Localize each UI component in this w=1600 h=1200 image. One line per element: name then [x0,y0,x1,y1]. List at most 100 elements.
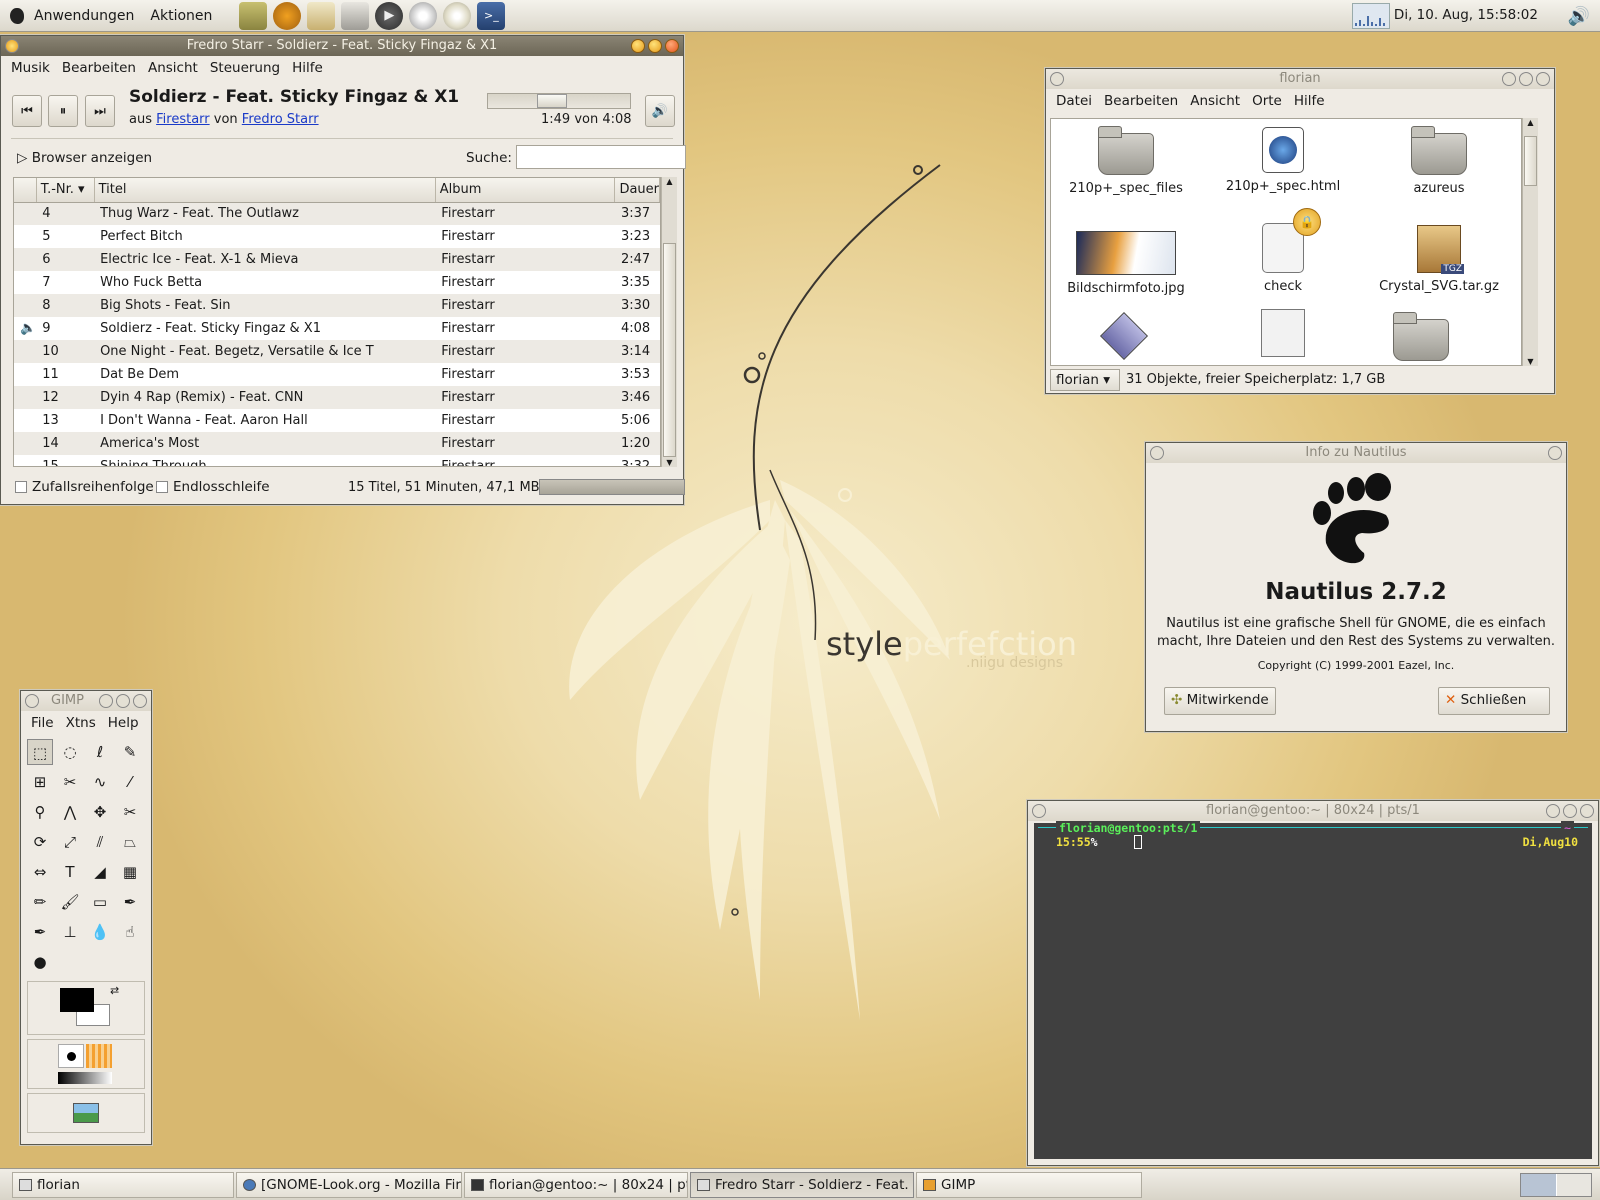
applications-menu[interactable]: Anwendungen [34,8,134,24]
crop-icon[interactable]: ✂ [117,799,143,825]
shuffle-check[interactable] [15,481,27,493]
table-row[interactable]: 6 Electric Ice - Feat. X-1 & Mieva Firesta… [14,248,660,271]
menu-hilfe[interactable]: Hilfe [286,58,329,78]
maximize-button[interactable] [1519,72,1533,86]
menu-steuerung[interactable]: Steuerung [204,58,286,78]
search-input[interactable] [516,145,686,169]
next-button[interactable]: ⏭ [85,95,115,127]
color-select-icon[interactable]: ⊞ [27,769,53,795]
menu-hilfe[interactable]: Hilfe [1288,91,1331,111]
menu-xtns[interactable]: Xtns [60,713,102,733]
close-dialog-button[interactable]: ✕ Schließen [1438,687,1550,715]
close-button[interactable] [1580,804,1594,818]
minimize-button[interactable] [631,39,645,53]
table-row[interactable]: 13 I Don't Wanna - Feat. Aaron Hall Firest… [14,409,660,432]
repeat-checkbox[interactable]: Endlosschleife [156,479,270,495]
swap-colors-icon[interactable]: ⇄ [110,984,119,997]
printer-icon[interactable] [341,1,370,30]
lasso-icon[interactable]: ℓ [87,739,113,765]
close-button[interactable] [1548,446,1562,460]
airbrush-icon[interactable]: ✒ [117,889,143,915]
table-row[interactable]: 12 Dyin 4 Rap (Remix) - Feat. CNN Firestar… [14,386,660,409]
task-gimp[interactable]: GIMP [916,1172,1142,1198]
scroll-up-arrow[interactable]: ▲ [662,177,677,186]
table-row[interactable]: 4 Thug Warz - Feat. The Outlawz Firestarr 3… [14,202,660,225]
table-row[interactable]: 14 America's Most Firestarr 1:20 [14,432,660,455]
location-dropdown[interactable]: florian ▾ [1050,369,1120,391]
gimp-titlebar[interactable]: GIMP [21,691,151,711]
volume-button[interactable]: 🔊 [645,95,675,127]
menu-orte[interactable]: Orte [1246,91,1288,111]
menu-help[interactable]: Help [102,713,145,733]
perspective-icon[interactable]: ⏢ [117,829,143,855]
pattern-preview[interactable] [86,1044,112,1068]
cd-icon[interactable] [443,1,472,30]
blur-icon[interactable]: 💧 [87,919,113,945]
column-duration[interactable]: Dauer [614,178,660,203]
menu-bearbeiten[interactable]: Bearbeiten [1098,91,1184,111]
cpu-monitor-graph[interactable] [1352,3,1390,29]
table-row[interactable]: 8 Big Shots - Feat. Sin Firestarr 3:30 [14,294,660,317]
rhythmbox-titlebar[interactable]: Fredro Starr - Soldierz - Feat. Sticky F… [1,36,683,56]
bucket-fill-icon[interactable]: ◢ [87,859,113,885]
table-row[interactable]: 🔈 9 Soldierz - Feat. Sticky Fingaz & X1 Fir… [14,317,660,340]
seek-thumb[interactable] [537,94,568,108]
ink-icon[interactable]: ✒ [27,919,53,945]
ellipse-select-icon[interactable]: ◌ [57,739,83,765]
file-cabinet-icon[interactable] [239,1,268,30]
maximize-button[interactable] [116,694,130,708]
window-menu-button[interactable] [1150,446,1164,460]
task-nautilus[interactable]: florian [12,1172,234,1198]
album-link[interactable]: Firestarr [156,112,210,127]
repeat-check[interactable] [156,481,168,493]
file-item[interactable]: azureus [1364,126,1514,196]
shear-icon[interactable]: ⫽ [87,829,113,855]
paths-icon[interactable]: ∿ [87,769,113,795]
minimize-button[interactable] [99,694,113,708]
smudge-icon[interactable]: ☝ [117,919,143,945]
table-row[interactable]: 15 Shining Through Firestarr 3:32 [14,455,660,466]
scissors-icon[interactable]: ✂ [57,769,83,795]
move-icon[interactable]: ✥ [87,799,113,825]
workspace-switcher[interactable] [1520,1173,1592,1197]
close-button[interactable] [133,694,147,708]
column-album[interactable]: Album [435,178,616,203]
window-menu-button[interactable] [25,694,39,708]
terminal-body[interactable]: florian@gentoo:pts/1 ~ 15:55% Di,Aug10 [1034,821,1592,1159]
dodge-burn-icon[interactable]: ● [27,949,53,975]
eraser-icon[interactable]: ▭ [87,889,113,915]
file-item[interactable]: 210p+_spec_files [1051,126,1201,196]
actions-menu[interactable]: Aktionen [150,8,212,24]
table-row[interactable]: 11 Dat Be Dem Firestarr 3:53 [14,363,660,386]
menu-file[interactable]: File [25,713,60,733]
track-list-scrollbar[interactable]: ▲ ▼ [661,177,677,467]
terminal-titlebar[interactable]: florian@gentoo:~ | 80x24 | pts/1 [1028,801,1598,821]
rotate-icon[interactable]: ⟳ [27,829,53,855]
mail-icon[interactable] [307,1,336,30]
window-menu-button[interactable] [1032,804,1046,818]
task-rhythmbox[interactable]: Fredro Starr - Soldierz - Feat. St [690,1172,914,1198]
nautilus-titlebar[interactable]: florian [1046,69,1554,89]
close-button[interactable] [1536,72,1550,86]
image-icon[interactable] [73,1103,99,1123]
file-item[interactable]: Bildschirmfoto.jpg [1051,231,1201,296]
minimize-button[interactable] [1546,804,1560,818]
menu-musik[interactable]: Musik [5,58,56,78]
scrollbar-thumb[interactable] [663,243,676,457]
window-menu-button[interactable] [5,39,19,53]
c-source-file-icon[interactable] [1261,309,1305,357]
volume-icon[interactable]: 🔊 [1568,6,1590,27]
play-icon[interactable]: ▶ [375,1,404,30]
workspace-2[interactable] [1556,1174,1591,1196]
clone-icon[interactable]: ⊥ [57,919,83,945]
zoom-icon[interactable]: ⚲ [27,799,53,825]
svg-file-icon[interactable] [1099,311,1149,361]
task-terminal[interactable]: florian@gentoo:~ | 80x24 | pts/ [464,1172,688,1198]
foreground-color-swatch[interactable] [60,988,94,1012]
measure-icon[interactable]: ⋀ [57,799,83,825]
seek-slider[interactable] [487,93,631,109]
pencil-icon[interactable]: ✏ [27,889,53,915]
brush-preview[interactable] [58,1044,84,1068]
gimp-icon[interactable] [273,1,302,30]
paintbrush-icon[interactable]: 🖌 [57,889,83,915]
